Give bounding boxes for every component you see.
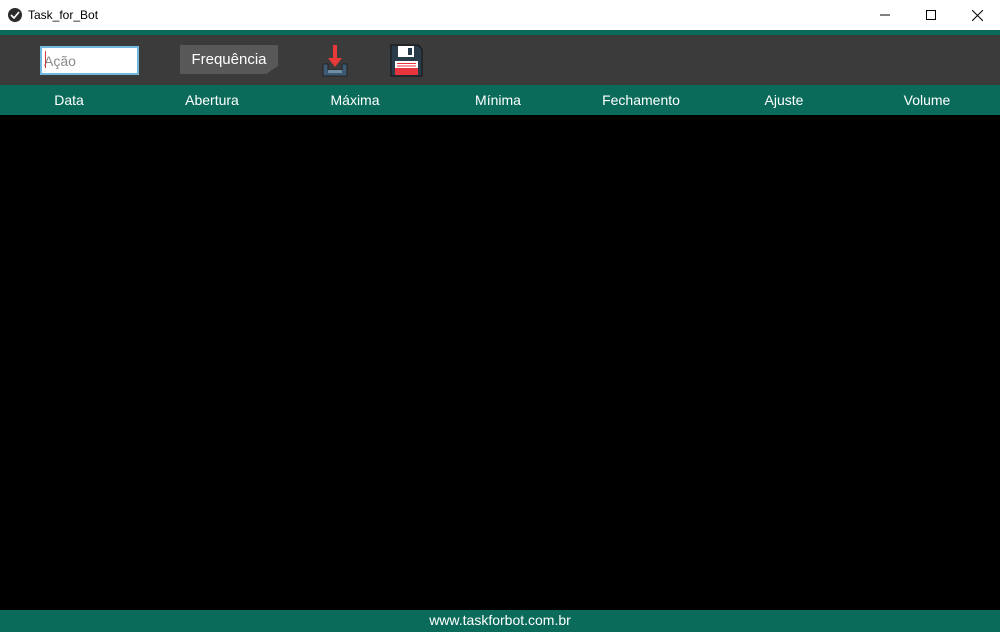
window-title: Task_for_Bot <box>28 8 99 22</box>
column-header-fechamento[interactable]: Fechamento <box>602 92 680 108</box>
maximize-button[interactable] <box>908 0 954 30</box>
close-icon <box>971 9 983 21</box>
column-header-minima[interactable]: Mínima <box>475 92 521 108</box>
minimize-button[interactable] <box>862 0 908 30</box>
floppy-save-icon <box>390 44 423 77</box>
maximize-icon <box>926 10 936 20</box>
minimize-icon <box>880 14 890 16</box>
toolbar: Frequência <box>0 35 1000 85</box>
download-button[interactable] <box>322 44 348 77</box>
app-logo-icon <box>8 8 22 22</box>
text-caret <box>45 51 46 68</box>
footer: www.taskforbot.com.br <box>0 610 1000 632</box>
acao-input[interactable] <box>40 46 139 75</box>
save-button[interactable] <box>390 44 423 77</box>
frequencia-button[interactable]: Frequência <box>180 45 278 74</box>
window-title-bar: Task_for_Bot <box>0 0 1000 30</box>
download-icon <box>322 45 348 77</box>
column-header-volume[interactable]: Volume <box>904 92 951 108</box>
column-header-maxima[interactable]: Máxima <box>330 92 379 108</box>
column-header-ajuste[interactable]: Ajuste <box>765 92 804 108</box>
table-header: Data Abertura Máxima Mínima Fechamento A… <box>0 85 1000 115</box>
footer-url: www.taskforbot.com.br <box>429 612 571 628</box>
close-button[interactable] <box>954 0 1000 30</box>
column-header-data[interactable]: Data <box>54 92 84 108</box>
table-body[interactable] <box>0 115 1000 610</box>
column-header-abertura[interactable]: Abertura <box>185 92 239 108</box>
